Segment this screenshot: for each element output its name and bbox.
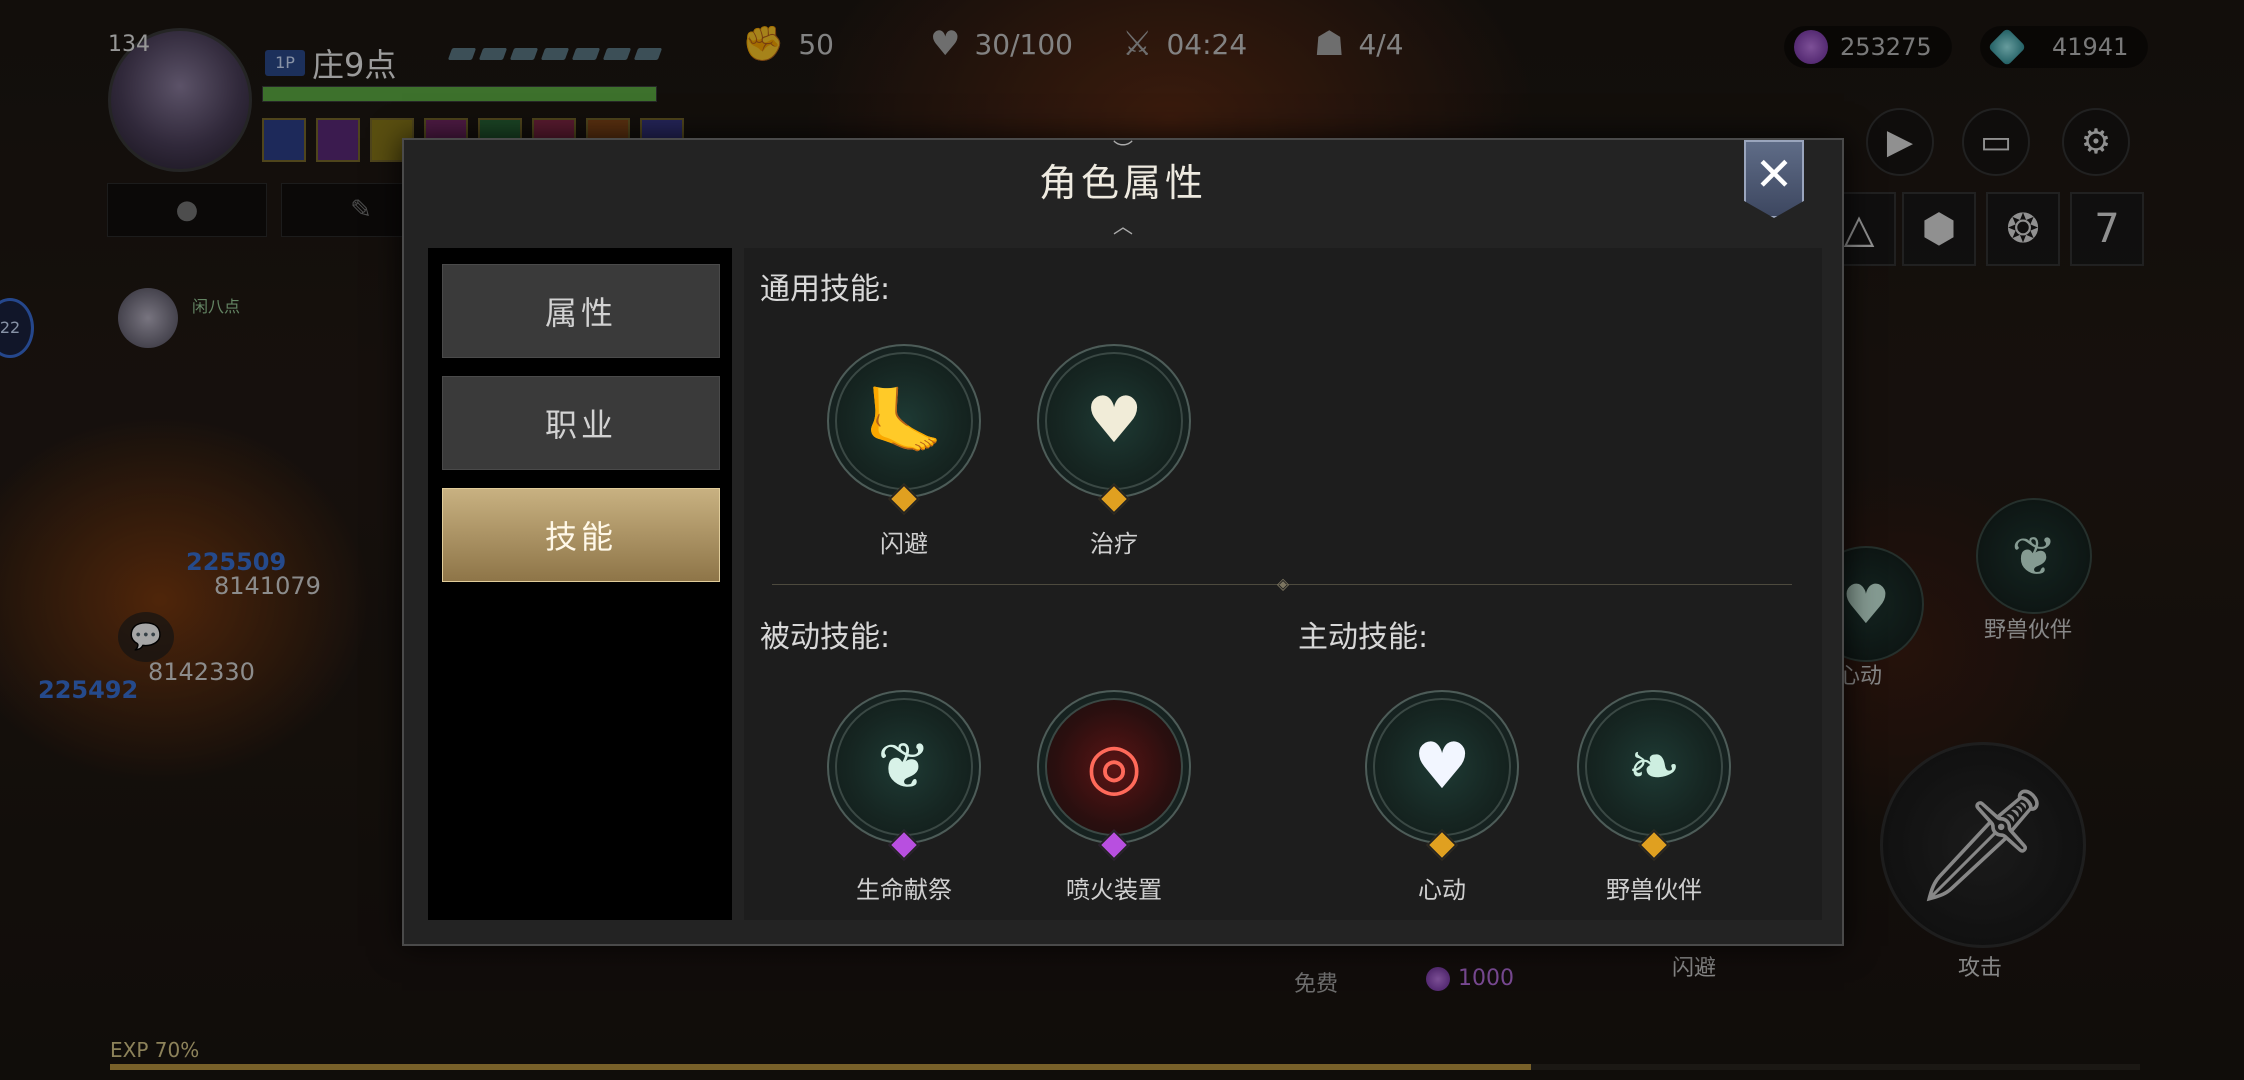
- skill-name: 闪避: [880, 530, 928, 558]
- skill-name: 治疗: [1090, 530, 1138, 558]
- title-ornament: ︿: [1113, 214, 1133, 238]
- skill-name: 生命献祭: [856, 876, 952, 904]
- skill-life-sacrifice[interactable]: ❦ 生命献祭: [824, 690, 984, 905]
- character-attributes-dialog: ︶ 角色属性 ︿ ✕ 属性 职业 技能 通用技能: 🦶 闪避 ♥ 治疗 ◈ 被动…: [402, 138, 1844, 946]
- twin-dragon-icon: ❦: [877, 730, 931, 804]
- close-icon: ✕: [1754, 147, 1794, 201]
- gold-pip: [1098, 483, 1130, 515]
- skill-name: 野兽伙伴: [1606, 876, 1702, 904]
- skill-heal[interactable]: ♥ 治疗: [1034, 344, 1194, 559]
- purple-pip: [888, 829, 920, 861]
- passive-skills-title: 被动技能:: [760, 620, 891, 655]
- tab-skills[interactable]: 技能: [442, 488, 720, 582]
- gold-pip: [1426, 829, 1458, 861]
- divider-ornament: ◈: [1276, 574, 1290, 593]
- skill-heartbeat[interactable]: ♥ 心动: [1362, 690, 1522, 905]
- skills-panel: 通用技能: 🦶 闪避 ♥ 治疗 ◈ 被动技能: 主动技能: ❦ 生命献祭 ◎ 喷…: [744, 248, 1822, 920]
- foot-dodge-icon: 🦶: [864, 384, 944, 459]
- dialog-title: 角色属性: [1038, 161, 1207, 205]
- heal-heart-icon: ♥: [1085, 384, 1143, 458]
- general-skills-title: 通用技能:: [760, 272, 891, 307]
- tab-class[interactable]: 职业: [442, 376, 720, 470]
- dialog-sidebar: 属性 职业 技能: [428, 248, 732, 920]
- eagle-head-icon: ❧: [1627, 730, 1681, 804]
- purple-pip: [1098, 829, 1130, 861]
- skill-name: 喷火装置: [1066, 876, 1162, 904]
- sparkle-heart-icon: ♥: [1413, 730, 1471, 804]
- tab-attributes[interactable]: 属性: [442, 264, 720, 358]
- gold-pip: [888, 483, 920, 515]
- skill-flamethrower[interactable]: ◎ 喷火装置: [1034, 690, 1194, 905]
- skill-name: 心动: [1418, 876, 1466, 904]
- flame-target-icon: ◎: [1086, 730, 1142, 804]
- gold-pip: [1638, 829, 1670, 861]
- skill-beast-companion[interactable]: ❧ 野兽伙伴: [1574, 690, 1734, 905]
- active-skills-title: 主动技能:: [1298, 620, 1429, 655]
- skill-dodge[interactable]: 🦶 闪避: [824, 344, 984, 559]
